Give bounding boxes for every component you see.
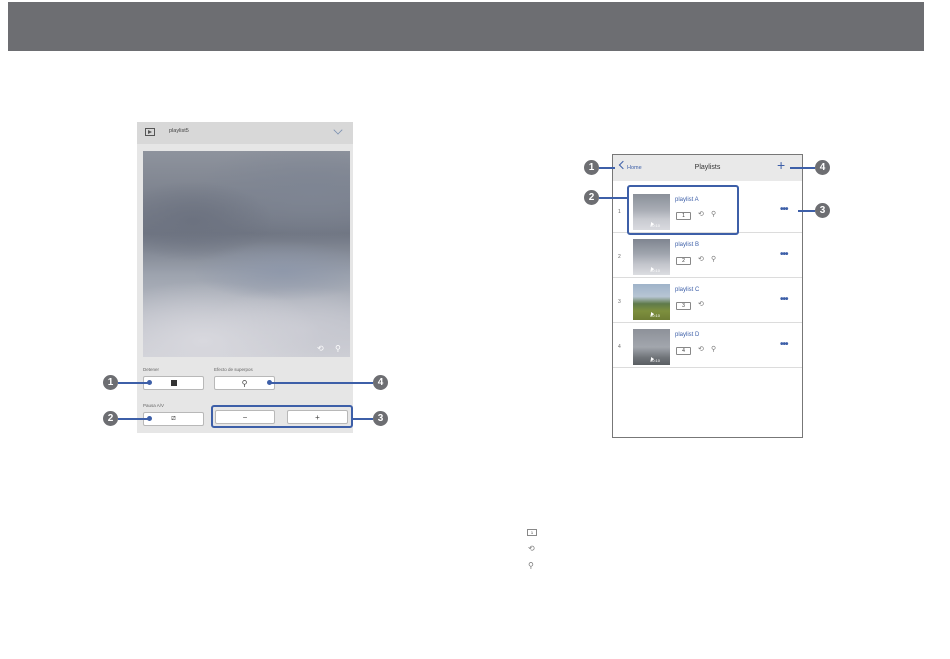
playlist-name: playlist C [675,287,700,293]
playlist-number-badge: 3 [676,302,691,310]
repeat-icon: ⟲ [698,346,704,353]
playback-header[interactable]: playlist5 [137,122,353,144]
repeat-icon: ⟲ [698,301,704,308]
callout-3-line [353,418,373,420]
callout-2: 2 [584,190,599,205]
playback-screen: playlist5 ⟲ ⚲ Detener Efecto de superpos… [137,122,353,433]
thumbnail-duration: 00:10 [650,313,661,318]
thumbnail-duration: 00:10 [650,358,661,363]
effects-label: Efecto de superpos [214,367,253,372]
av-mute-icon: ⧄ [171,415,176,422]
callout-3: 3 [373,411,388,426]
callout-1: 1 [103,375,118,390]
legend-number-badge: 1 [527,529,537,536]
adjust-buttons-highlight [211,405,353,428]
callout-1-line [118,382,150,384]
callout-4: 4 [815,160,830,175]
video-preview: ⟲ ⚲ [143,151,350,357]
more-options-button[interactable]: ••• [780,204,788,215]
stop-label: Detener [143,367,160,372]
effect-wand-icon: ⚲ [711,346,717,353]
more-options-button[interactable]: ••• [780,294,788,305]
callout-2-dot [147,416,152,421]
playlist-row[interactable]: 4 00:10 playlist D 4 ⟲ ⚲ ••• [613,324,802,368]
callout-4-line [790,167,815,169]
row-index: 2 [618,254,621,260]
callout-2-line [118,418,150,420]
chevron-down-icon[interactable] [333,125,343,135]
stop-icon [170,380,177,386]
playlist-thumbnail[interactable]: 00:10 [633,329,670,365]
callout-3-line [798,210,815,212]
playlist-name: playlist B [675,242,700,248]
effect-wand-icon: ⚲ [711,256,717,263]
playlists-header: Home Playlists + [613,155,802,181]
play-icon [145,128,155,136]
callout-4: 4 [373,375,388,390]
playlist-row[interactable]: 2 00:10 playlist B 2 ⟲ ⚲ ••• [613,234,802,278]
playlist-thumbnail[interactable]: 00:10 [633,239,670,275]
row-index: 3 [618,299,621,305]
playlist-name: playlist D [675,332,700,338]
effects-button[interactable]: ⚲ [214,376,275,390]
add-playlist-button[interactable]: + [777,158,785,172]
callout-4-dot [267,380,272,385]
callout-1: 1 [584,160,599,175]
effect-wand-icon: ⚲ [241,378,248,388]
playlist-row[interactable]: 3 00:10 playlist C 3 ⟲ ••• [613,279,802,323]
callout-4-line [270,382,373,384]
playlist-number-badge: 4 [676,347,691,355]
callout-1-line [599,167,615,169]
repeat-icon: ⟲ [317,344,324,353]
playlist-number-badge: 2 [676,257,691,265]
playlist-highlight [627,185,739,235]
effect-wand-icon: ⚲ [528,561,534,570]
playlist-title: playlist5 [169,128,189,134]
playlist-thumbnail[interactable]: 00:10 [633,284,670,320]
row-index: 4 [618,344,621,350]
repeat-icon: ⟲ [698,256,704,263]
effect-wand-icon: ⚲ [335,344,341,353]
av-mute-button[interactable]: ⧄ [143,412,204,426]
thumbnail-duration: 00:10 [650,268,661,273]
av-mute-label: Pausa A/V [143,403,165,408]
row-index: 1 [618,209,621,215]
repeat-icon: ⟲ [528,544,535,553]
more-options-button[interactable]: ••• [780,249,788,260]
more-options-button[interactable]: ••• [780,339,788,350]
callout-1-dot [147,380,152,385]
stop-button[interactable] [143,376,204,390]
callout-2: 2 [103,411,118,426]
callout-2-line [599,197,627,199]
header-bar [8,2,924,51]
playlists-title: Playlists [694,164,721,171]
callout-3: 3 [815,203,830,218]
